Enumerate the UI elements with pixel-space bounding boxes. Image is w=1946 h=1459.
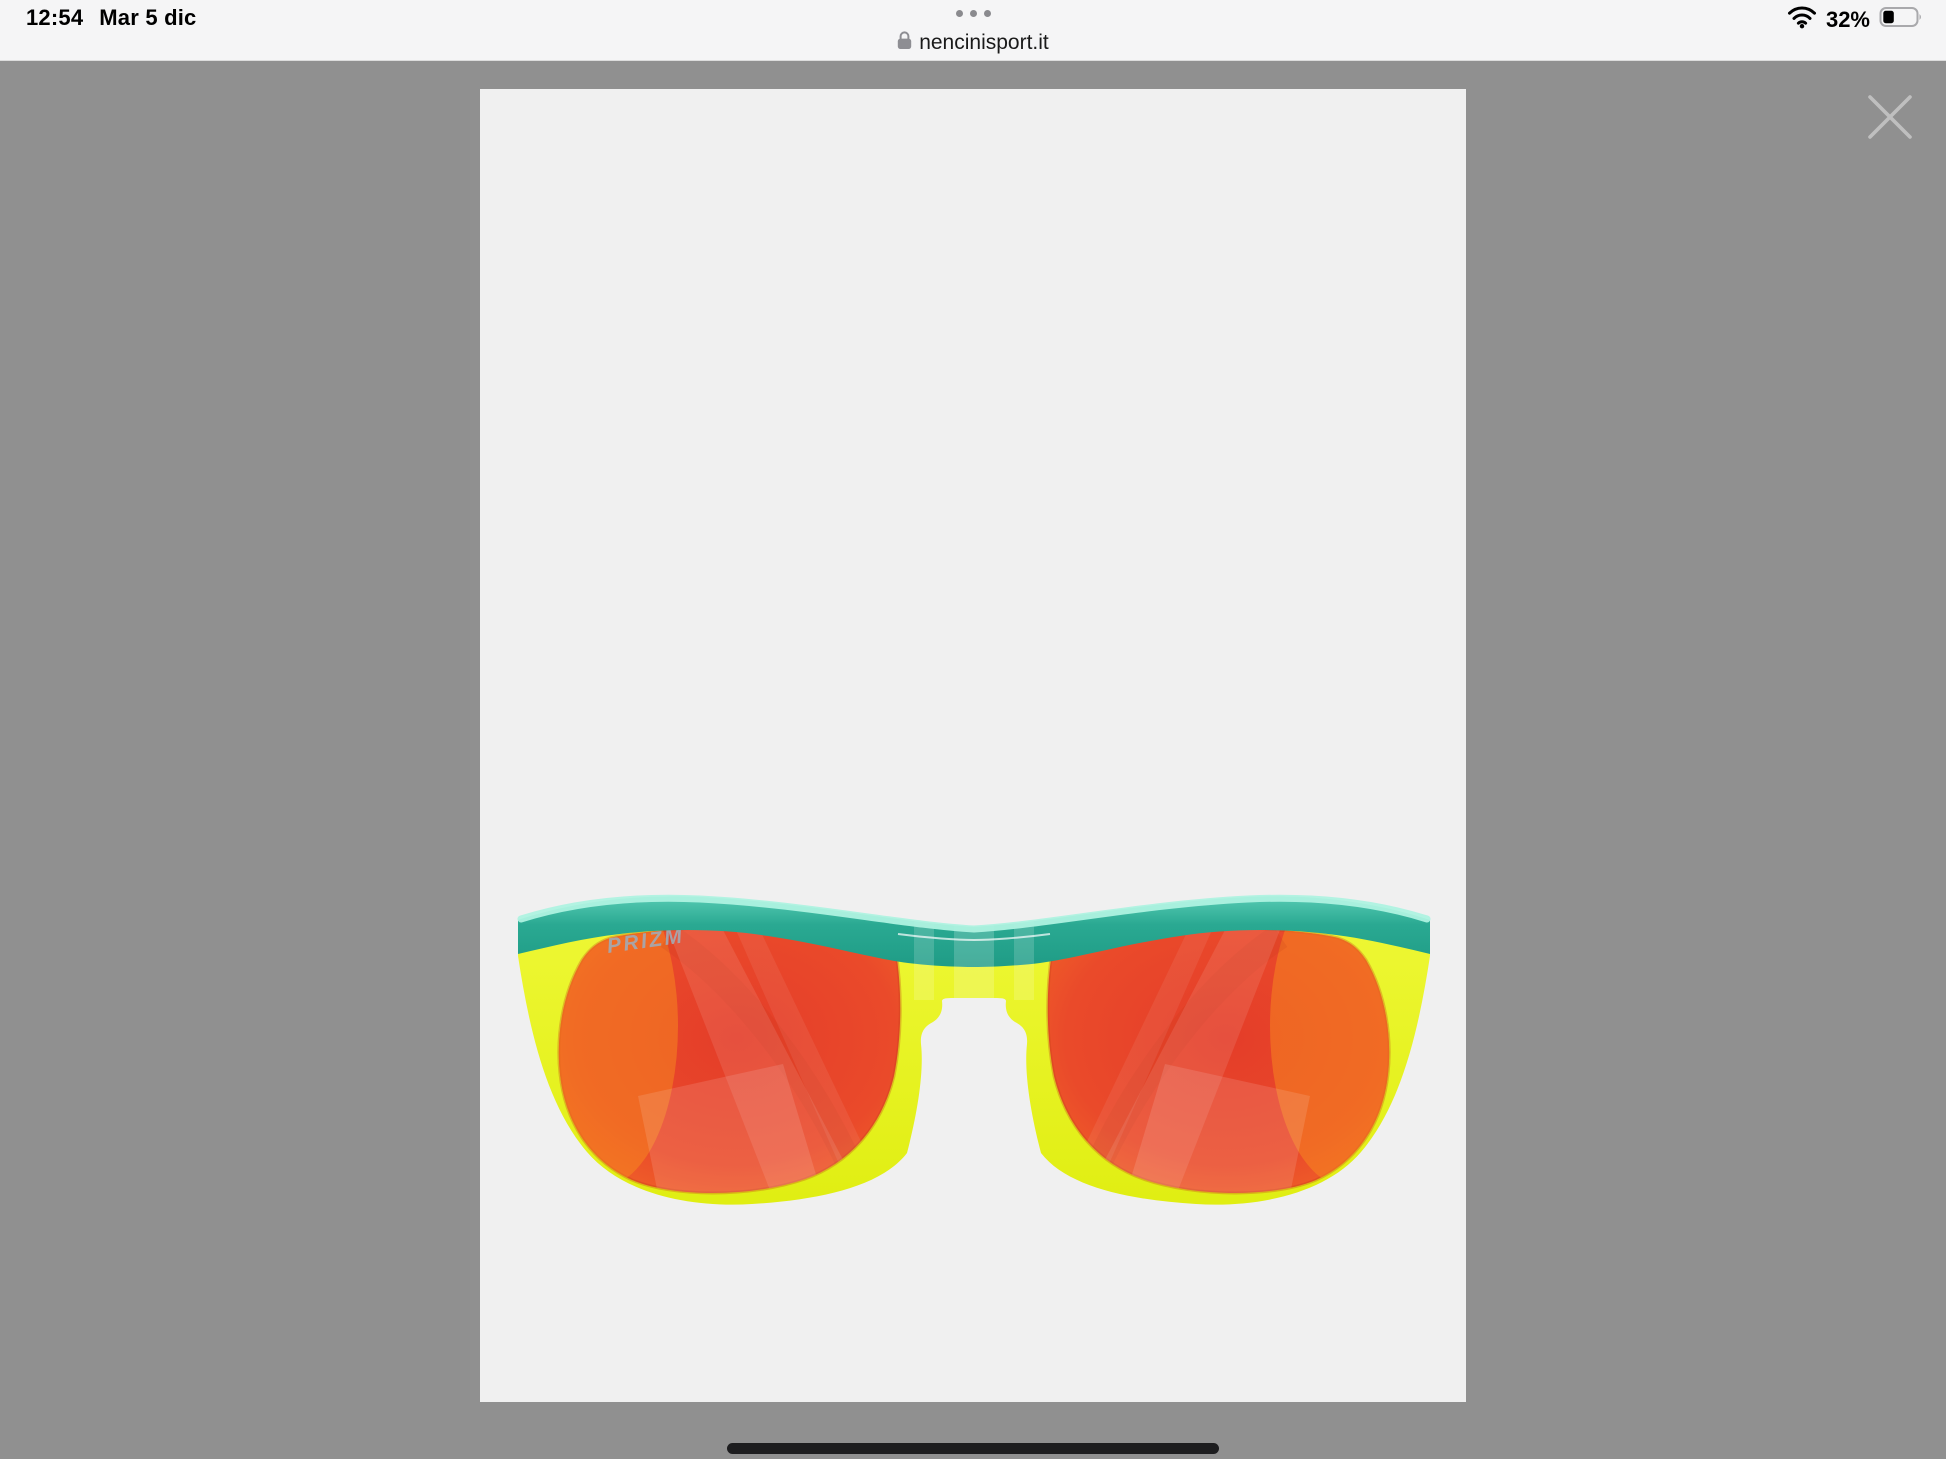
status-time: 12:54 (26, 5, 84, 30)
url-domain: nencinisport.it (919, 31, 1049, 54)
close-button[interactable] (1862, 90, 1918, 146)
home-indicator[interactable] (727, 1443, 1219, 1454)
lock-icon (897, 30, 912, 56)
ellipsis-icon (969, 10, 977, 17)
close-icon (1866, 93, 1914, 144)
status-date: Mar 5 dic (99, 5, 197, 30)
clock-date: 12:54 Mar 5 dic (26, 5, 196, 31)
sunglasses-product-image: PRIZM (517, 894, 1431, 1208)
ellipsis-icon (983, 10, 991, 17)
ellipsis-icon (955, 10, 963, 17)
product-image-panel[interactable]: PRIZM (480, 89, 1466, 1402)
page-options-button[interactable] (0, 10, 1946, 17)
address-bar[interactable]: nencinisport.it (0, 29, 1946, 57)
safari-status-bar: 12:54 Mar 5 dic 32% nencinisport.it (0, 0, 1946, 61)
